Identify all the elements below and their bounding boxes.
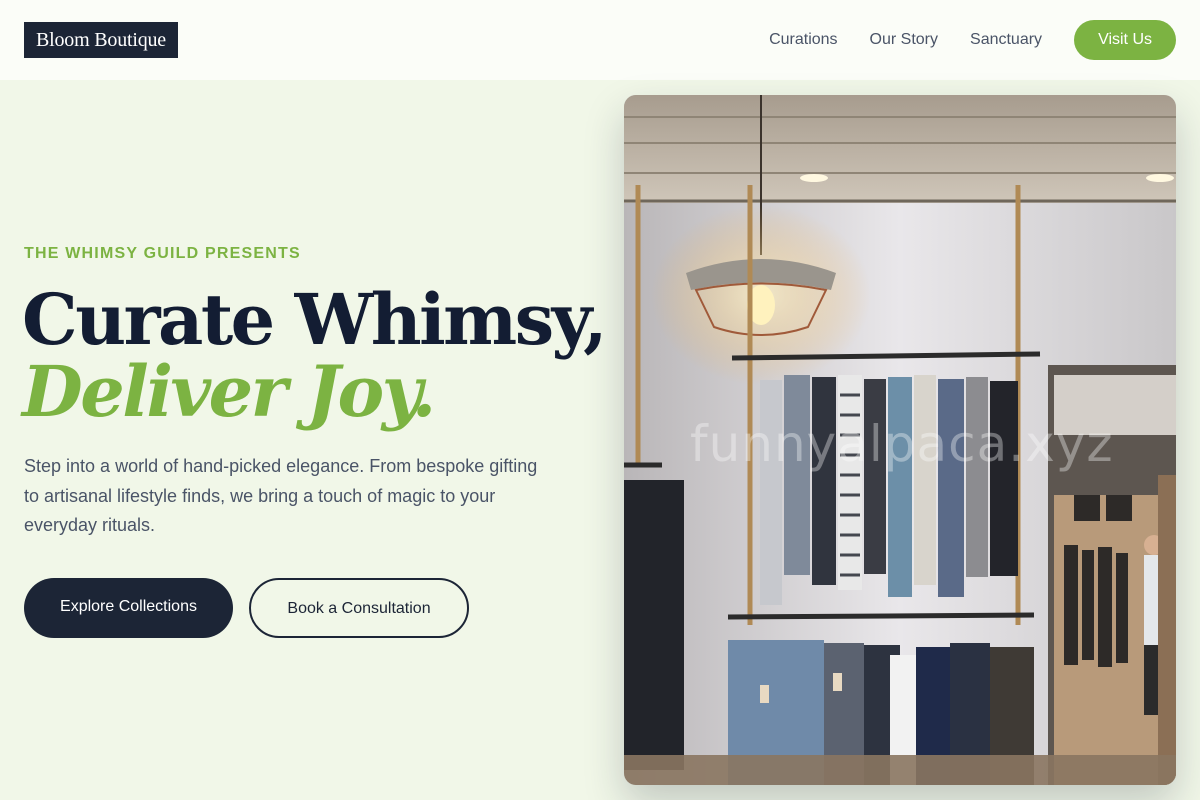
main-nav: Curations Our Story Sanctuary Visit Us bbox=[769, 20, 1176, 60]
hero-description: Step into a world of hand-picked eleganc… bbox=[24, 456, 538, 535]
visit-us-button[interactable]: Visit Us bbox=[1074, 20, 1176, 60]
hero-title-line2: Deliver Joy. bbox=[22, 350, 436, 433]
brand-logo[interactable]: Bloom Boutique bbox=[24, 22, 178, 58]
nav-link-sanctuary[interactable]: Sanctuary bbox=[970, 31, 1042, 49]
hero-photo: funnyalpaca.xyz bbox=[624, 95, 1176, 785]
book-consultation-button[interactable]: Book a Consultation bbox=[249, 578, 469, 638]
hero-eyebrow: THE WHIMSY GUILD PRESENTS bbox=[24, 245, 301, 262]
site-header: Bloom Boutique Curations Our Story Sanct… bbox=[0, 0, 1200, 80]
nav-link-curations[interactable]: Curations bbox=[769, 31, 837, 49]
explore-collections-button[interactable]: Explore Collections bbox=[24, 578, 233, 638]
image-watermark: funnyalpaca.xyz bbox=[690, 415, 1114, 473]
nav-link-our-story[interactable]: Our Story bbox=[870, 31, 938, 49]
